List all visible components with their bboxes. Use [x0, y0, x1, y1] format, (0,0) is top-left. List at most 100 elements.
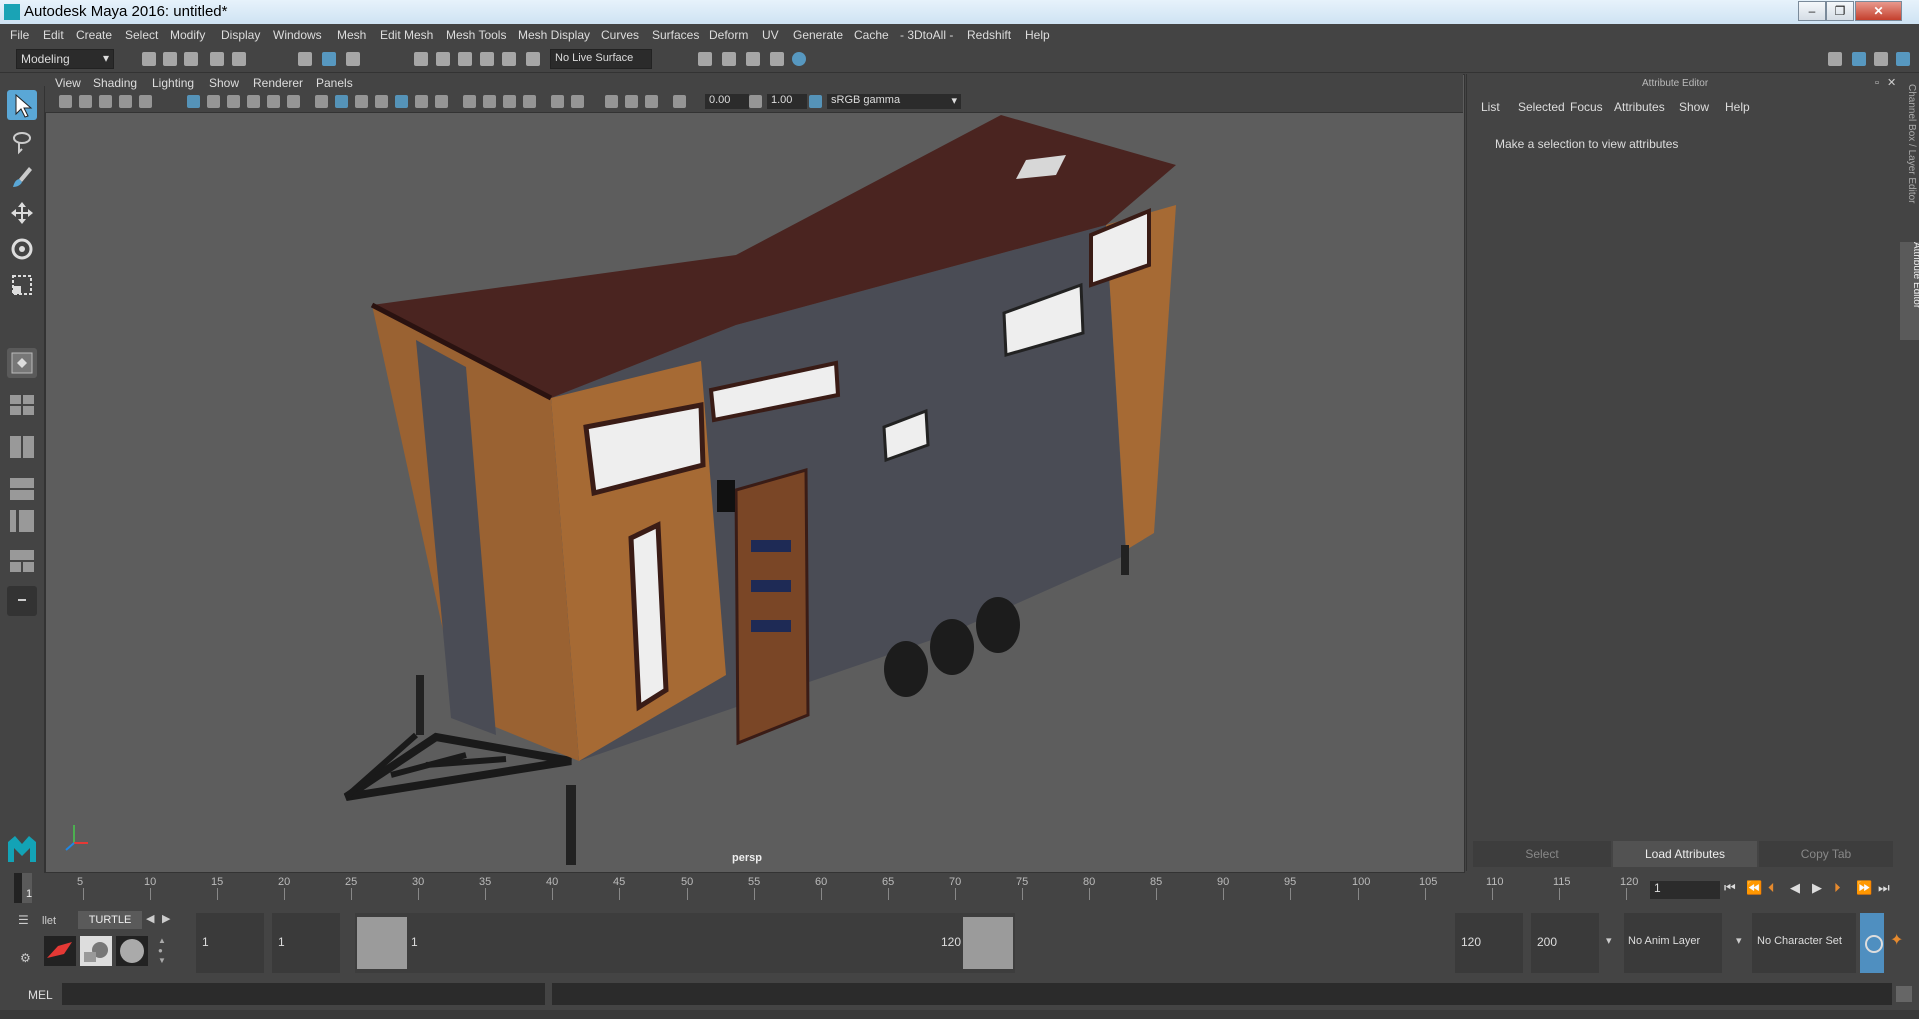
bookmark-icon[interactable]: [99, 95, 112, 108]
snap-grid-icon[interactable]: [414, 52, 428, 66]
wireframe-icon[interactable]: [315, 95, 328, 108]
two-d-pan-icon[interactable]: [139, 95, 152, 108]
menu-mesh-tools[interactable]: Mesh Tools: [446, 28, 506, 42]
menu-display[interactable]: Display: [221, 28, 260, 42]
menu-modify[interactable]: Modify: [170, 28, 205, 42]
shelf-settings-icon[interactable]: ⚙: [20, 951, 31, 965]
tool-settings-icon[interactable]: [1874, 52, 1888, 66]
menu-edit[interactable]: Edit: [43, 28, 64, 42]
motion-blur-icon[interactable]: [483, 95, 496, 108]
go-to-start-icon[interactable]: ⏮: [1724, 880, 1736, 896]
render-settings-icon[interactable]: [770, 52, 784, 66]
gate-mask-icon[interactable]: [247, 95, 260, 108]
menu-generate[interactable]: Generate: [793, 28, 843, 42]
redo-icon[interactable]: [232, 52, 246, 66]
modeling-toolkit-icon[interactable]: [1828, 52, 1842, 66]
xray-joints-icon[interactable]: [605, 95, 618, 108]
close-button[interactable]: ✕: [1855, 1, 1902, 21]
exposure-field[interactable]: 0.00: [705, 94, 749, 109]
channel-box-tab[interactable]: Channel Box / Layer Editor: [1902, 84, 1917, 224]
snap-curve-icon[interactable]: [436, 52, 450, 66]
depth-of-field-icon[interactable]: [523, 95, 536, 108]
play-backward-icon[interactable]: ◀: [1790, 880, 1800, 896]
anti-aliasing-icon[interactable]: [503, 95, 516, 108]
snap-view-icon[interactable]: [480, 52, 494, 66]
open-scene-icon[interactable]: [163, 52, 177, 66]
select-tool-icon[interactable]: [7, 90, 37, 120]
menu-select[interactable]: Select: [125, 28, 158, 42]
viewport-menu-lighting[interactable]: Lighting: [152, 76, 194, 90]
menu-redshift[interactable]: Redshift: [967, 28, 1011, 42]
new-scene-icon[interactable]: [142, 52, 156, 66]
render-view-icon[interactable]: [698, 52, 712, 66]
select-hierarchy-icon[interactable]: [298, 52, 312, 66]
menu-surfaces[interactable]: Surfaces: [652, 28, 699, 42]
play-forward-icon[interactable]: ▶: [1812, 880, 1822, 896]
menu-help[interactable]: Help: [1025, 28, 1050, 42]
camera-attributes-icon[interactable]: [79, 95, 92, 108]
attribute-editor-tab[interactable]: Attribute Editor: [1900, 242, 1919, 340]
field-chart-icon[interactable]: [267, 95, 280, 108]
anim-layer-dropdown[interactable]: No Anim Layer: [1624, 913, 1722, 973]
channel-box-toggle-icon[interactable]: [1896, 52, 1910, 66]
snap-point-icon[interactable]: [458, 52, 472, 66]
safe-action-icon[interactable]: [287, 95, 300, 108]
save-scene-icon[interactable]: [184, 52, 198, 66]
resolution-gate-icon[interactable]: [227, 95, 240, 108]
attribute-editor-toggle-icon[interactable]: [1852, 52, 1866, 66]
use-default-material-icon[interactable]: [355, 95, 368, 108]
render-frame-icon[interactable]: [722, 52, 736, 66]
close-panel-icon[interactable]: ✕: [1887, 76, 1896, 89]
chevron-down-icon[interactable]: ▾: [1606, 934, 1612, 947]
rotate-tool-icon[interactable]: [7, 234, 37, 264]
gamma-icon[interactable]: [749, 95, 762, 108]
gamma-field[interactable]: 1.00: [767, 94, 807, 109]
shelf-prev-icon[interactable]: ◀: [146, 912, 154, 925]
copy-tab-button[interactable]: Copy Tab: [1759, 841, 1893, 867]
turtle-baking-icon[interactable]: [80, 936, 112, 966]
range-slider[interactable]: 1 120: [355, 913, 1015, 973]
scale-tool-icon[interactable]: [7, 270, 37, 300]
graph-layout-icon[interactable]: [7, 506, 37, 536]
playback-start-field[interactable]: 1: [272, 913, 340, 973]
viewport-menu-show[interactable]: Show: [209, 76, 239, 90]
single-perspective-layout-icon[interactable]: [7, 348, 37, 378]
side-by-side-layout-icon[interactable]: [7, 432, 37, 462]
shelf-tab-turtle[interactable]: TURTLE: [78, 911, 142, 929]
four-view-layout-icon[interactable]: [7, 390, 37, 420]
undo-icon[interactable]: [210, 52, 224, 66]
menu-uv[interactable]: UV: [762, 28, 779, 42]
ae-menu-show[interactable]: Show: [1679, 100, 1709, 114]
viewport-menu-renderer[interactable]: Renderer: [253, 76, 303, 90]
smooth-shade-icon[interactable]: [335, 95, 348, 108]
xray-icon[interactable]: [571, 95, 584, 108]
backface-icon[interactable]: [645, 95, 658, 108]
auto-key-icon[interactable]: [1860, 913, 1884, 973]
ae-menu-help[interactable]: Help: [1725, 100, 1750, 114]
menu-mesh[interactable]: Mesh: [337, 28, 366, 42]
hypershade-icon[interactable]: [792, 52, 806, 66]
live-surface-field[interactable]: No Live Surface: [550, 49, 652, 69]
hypershade-layout-icon[interactable]: [7, 546, 37, 576]
turtle-sphere-icon[interactable]: [116, 936, 148, 966]
step-back-frame-icon[interactable]: ⏴: [1768, 880, 1775, 896]
mel-command-input[interactable]: [62, 983, 545, 1005]
range-slider-start-handle[interactable]: [357, 917, 407, 969]
maximize-button[interactable]: ❐: [1826, 1, 1854, 21]
grid-icon[interactable]: [187, 95, 200, 108]
camera-select-icon[interactable]: [59, 95, 72, 108]
menu-deform[interactable]: Deform: [709, 28, 748, 42]
playback-end-field[interactable]: 120: [1455, 913, 1523, 973]
select-button[interactable]: Select: [1473, 841, 1611, 867]
move-tool-icon[interactable]: [7, 198, 37, 228]
shelf-scroll-icon[interactable]: ▲ ● ▼: [158, 936, 168, 968]
snap-surface-icon[interactable]: [502, 52, 516, 66]
menu-file[interactable]: File: [10, 28, 29, 42]
step-forward-frame-icon[interactable]: ⏵: [1834, 880, 1841, 896]
ae-menu-list[interactable]: List: [1481, 100, 1500, 114]
exposure-icon[interactable]: [673, 95, 686, 108]
ae-menu-selected[interactable]: Selected: [1518, 100, 1565, 114]
textured-icon[interactable]: [395, 95, 408, 108]
shelf-menu-icon[interactable]: ☰: [18, 913, 29, 927]
range-start-field[interactable]: 1: [196, 913, 264, 973]
